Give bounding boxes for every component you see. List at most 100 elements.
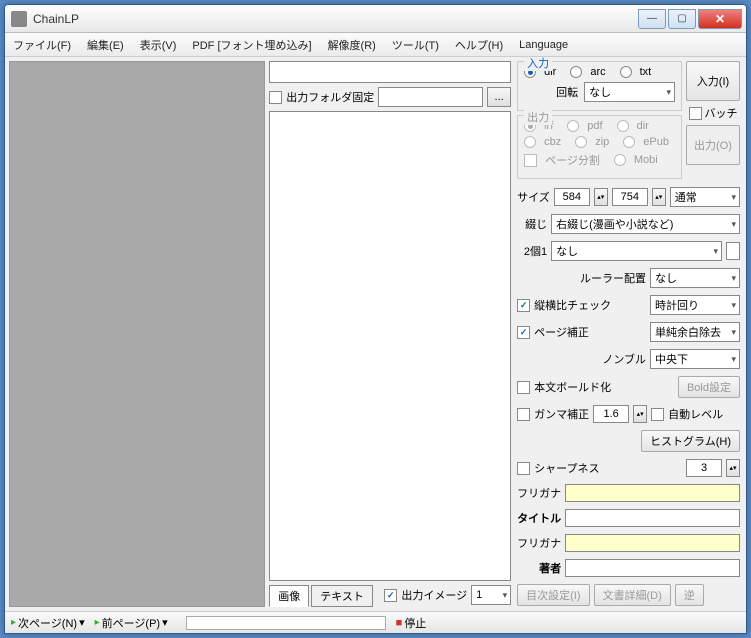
bold-checkbox[interactable] (517, 381, 530, 394)
sharpness-label: シャープネス (534, 460, 599, 476)
gamma-label: ガンマ補正 (534, 406, 589, 422)
prev-page-button[interactable]: ▸前ページ(P)▾ (95, 615, 168, 631)
app-window: ChainLP — ▢ ✕ ファイル(F) 編集(E) 表示(V) PDF [フ… (4, 4, 747, 634)
title-furigana-label: フリガナ (517, 485, 561, 501)
output-folder-input[interactable] (378, 87, 483, 107)
autolevel-label: 自動レベル (668, 406, 723, 422)
stop-button[interactable]: ■停止 (396, 615, 427, 631)
size-width-spinner[interactable]: ▴▾ (594, 188, 608, 206)
menu-file[interactable]: ファイル(F) (13, 37, 71, 53)
histogram-button[interactable]: ヒストグラム(H) (641, 430, 740, 452)
title-label: タイトル (517, 510, 561, 526)
input-txt-radio[interactable] (620, 66, 632, 78)
output-image-select[interactable]: 1 (471, 585, 511, 605)
output-legend: 出力 (524, 109, 552, 125)
file-path-box[interactable] (269, 61, 511, 83)
size-mode-select[interactable]: 通常 (670, 187, 740, 207)
middle-pane: 出力フォルダ固定 ... 画像 テキスト 出力イメージ 1 (269, 61, 511, 607)
output-image-row: 出力イメージ 1 (384, 585, 511, 605)
output-image-checkbox[interactable] (384, 589, 397, 602)
gamma-spinner[interactable]: ▴▾ (633, 405, 647, 423)
binding-label: 綴じ (517, 216, 547, 232)
aspect-checkbox[interactable] (517, 299, 530, 312)
output-mobi-radio (614, 154, 626, 166)
sharpness-checkbox[interactable] (517, 462, 530, 475)
menu-language[interactable]: Language (519, 39, 568, 51)
output-zip-radio (575, 136, 587, 148)
author-label: 著者 (517, 560, 561, 576)
io-box: 入力 dir arc txt 回転 なし 出力 (517, 61, 682, 183)
menu-edit[interactable]: 編集(E) (87, 37, 124, 53)
output-pdf-radio (567, 120, 579, 132)
play-icon: ▸ (95, 617, 100, 628)
nombre-label: ノンブル (517, 351, 646, 367)
autolevel-checkbox[interactable] (651, 408, 664, 421)
output-cbz-radio (524, 136, 536, 148)
size-width-input[interactable]: 584 (554, 188, 590, 206)
fixed-output-folder-checkbox[interactable] (269, 91, 282, 104)
twoup-select[interactable]: なし (551, 241, 722, 261)
output-button: 出力(O) (686, 125, 740, 165)
menu-help[interactable]: ヘルプ(H) (455, 37, 503, 53)
toc-button: 目次設定(I) (517, 584, 589, 606)
reverse-button: 逆 (675, 584, 704, 606)
author-input[interactable] (565, 559, 740, 577)
next-page-button[interactable]: ▸次ページ(N)▾ (11, 615, 85, 631)
io-controls: 入力 dir arc txt 回転 なし 出力 (517, 61, 740, 183)
input-button[interactable]: 入力(I) (686, 61, 740, 101)
file-list[interactable] (269, 111, 511, 581)
output-epub-radio (623, 136, 635, 148)
twoup-label: 2個1 (517, 243, 547, 259)
menu-tool[interactable]: ツール(T) (392, 37, 439, 53)
size-height-spinner[interactable]: ▴▾ (652, 188, 666, 206)
menu-resolution[interactable]: 解像度(R) (328, 37, 376, 53)
pagecorr-checkbox[interactable] (517, 326, 530, 339)
sharpness-spinner[interactable]: ▴▾ (726, 459, 740, 477)
pagecorr-select[interactable]: 単純余白除去 (650, 322, 740, 342)
tab-image[interactable]: 画像 (269, 585, 309, 607)
app-icon (11, 11, 27, 27)
stop-icon: ■ (396, 617, 403, 629)
ruler-label: ルーラー配置 (517, 270, 646, 286)
window-controls: — ▢ ✕ (636, 9, 742, 29)
menubar: ファイル(F) 編集(E) 表示(V) PDF [フォント埋め込み] 解像度(R… (5, 33, 746, 57)
author-furigana-label: フリガナ (517, 535, 561, 551)
browse-button[interactable]: ... (487, 87, 511, 107)
binding-select[interactable]: 右綴じ(漫画や小説など) (551, 214, 740, 234)
aspect-label: 縦横比チェック (534, 297, 611, 313)
menu-pdf[interactable]: PDF [フォント埋め込み] (192, 37, 311, 53)
sharpness-input[interactable]: 3 (686, 459, 722, 477)
input-fieldset: 入力 dir arc txt 回転 なし (517, 61, 682, 111)
ruler-select[interactable]: なし (650, 268, 740, 288)
twoup-extra-checkbox[interactable] (726, 242, 740, 260)
gamma-input[interactable]: 1.6 (593, 405, 629, 423)
rotate-select[interactable]: なし (584, 82, 675, 102)
io-buttons: 入力(I) バッチ 出力(O) (686, 61, 740, 183)
pagecorr-label: ページ補正 (534, 324, 589, 340)
statusbar: ▸次ページ(N)▾ ▸前ページ(P)▾ ■停止 (5, 611, 746, 633)
author-furigana-input[interactable] (565, 534, 740, 552)
play-icon: ▸ (11, 617, 16, 628)
doc-detail-button: 文書詳細(D) (594, 584, 671, 606)
output-dir-radio (617, 120, 629, 132)
input-legend: 入力 (524, 57, 552, 71)
output-image-label: 出力イメージ (401, 587, 467, 603)
size-height-input[interactable]: 754 (612, 188, 648, 206)
batch-checkbox[interactable] (689, 107, 702, 120)
preview-pane[interactable] (9, 61, 265, 607)
mid-tabs: 画像 テキスト (269, 585, 373, 607)
close-button[interactable]: ✕ (698, 9, 742, 29)
maximize-button[interactable]: ▢ (668, 9, 696, 29)
input-arc-radio[interactable] (570, 66, 582, 78)
tab-text[interactable]: テキスト (311, 585, 373, 607)
title-furigana-input[interactable] (565, 484, 740, 502)
size-label: サイズ (517, 189, 550, 205)
title-input[interactable] (565, 509, 740, 527)
nombre-select[interactable]: 中央下 (650, 349, 740, 369)
titlebar[interactable]: ChainLP — ▢ ✕ (5, 5, 746, 33)
menu-view[interactable]: 表示(V) (140, 37, 177, 53)
gamma-checkbox[interactable] (517, 408, 530, 421)
aspect-select[interactable]: 時計回り (650, 295, 740, 315)
minimize-button[interactable]: — (638, 9, 666, 29)
output-fieldset: 出力 lrf pdf dir cbz zip ePub ページ分割 (517, 115, 682, 179)
